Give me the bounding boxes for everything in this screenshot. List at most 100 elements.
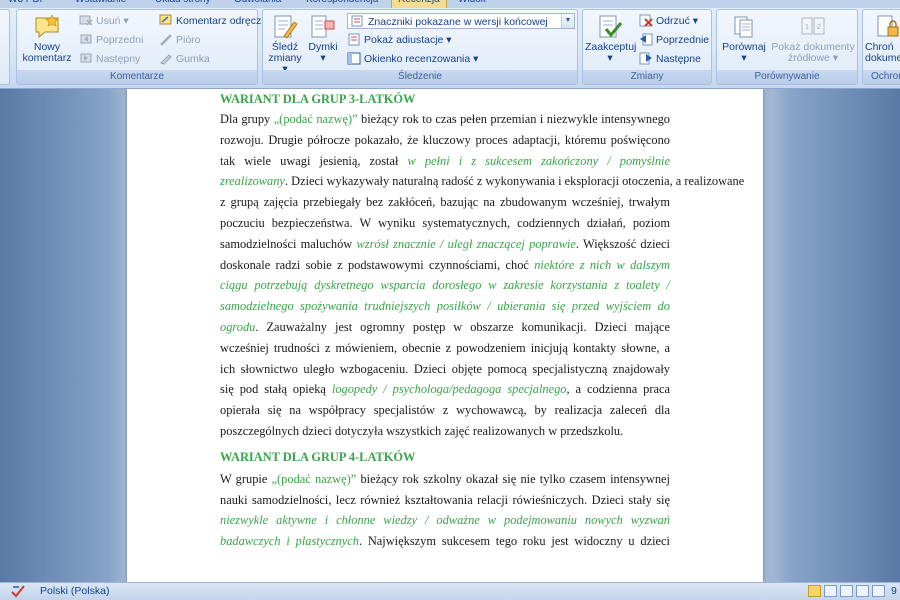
text-line: ich słownictwo uległo wzbogaceniu. Dziec…	[220, 359, 670, 380]
text-run: opierała się na współpracy specjalistów …	[220, 403, 670, 418]
reviewing-pane-button[interactable]: Okienko recenzowania ▾	[347, 51, 478, 68]
new-comment-button[interactable]: Nowy komentarz	[21, 14, 73, 64]
chevron-down-icon[interactable]: ▼	[561, 14, 574, 28]
pen-button[interactable]: Pióro	[159, 32, 201, 49]
text-line: tak wiele uwagi jesienią, został w pełni…	[220, 151, 670, 172]
accept-button[interactable]: Zaakceptuj ▾	[585, 14, 637, 64]
text-run: . Większość dzieci	[575, 236, 671, 251]
compare-label: Porównaj	[722, 41, 766, 53]
language-status[interactable]: Polski (Polska)	[40, 585, 109, 597]
ink-comment-label: Komentarz odręczny	[176, 15, 273, 27]
text-run: . Największym sukcesem tego roku jest wi…	[358, 534, 670, 549]
protect-document-icon	[877, 15, 899, 37]
ribbon-group-protect: Chroń dokume Ochron	[862, 9, 900, 85]
markup-mode-dropdown[interactable]: Znaczniki pokazane w wersji końcowej ▼	[347, 13, 575, 29]
tab-references[interactable]: Odwołania	[234, 0, 281, 8]
ink-comment-icon	[159, 14, 172, 25]
show-source-label-2: źródłowe	[787, 52, 830, 64]
previous-change-button[interactable]: Poprzednie	[639, 32, 709, 49]
show-source-documents-button[interactable]: 1 2 Pokaż dokumenty źródłowe ▾	[769, 14, 857, 64]
text-line: niezwykle aktywne i chłonne wiedzy / odw…	[220, 510, 670, 531]
text-line: z grupą zajęcia przebiegały bez zakłóceń…	[220, 192, 670, 213]
paragraph-4-year-olds: W grupie „(podać nazwę)” bieżący rok szk…	[220, 469, 670, 552]
previous-change-icon	[640, 33, 653, 46]
text-line: zrealizowany. Dzieci wykazywały naturaln…	[220, 171, 744, 192]
tracking-group-label: Śledzenie	[263, 70, 577, 84]
ribbon-group-tracking: Śledź zmiany ▾ Dymki ▾ Znaczniki pokazane…	[262, 9, 578, 85]
previous-change-label: Poprzednie	[656, 34, 710, 46]
placeholder-text: „(podać nazwę)”	[271, 471, 357, 486]
print-layout-view-button[interactable]	[808, 585, 821, 597]
next-comment-button[interactable]: Następny	[79, 51, 140, 68]
text-line: poszczególnych dzieci dotyczyła wszystki…	[220, 421, 670, 442]
text-run: nauki samodzielności, lecz również kszta…	[220, 492, 670, 507]
text-run: poczuciu bezpieczeństwa. W wyniku system…	[220, 215, 670, 230]
text-line: badawczych i plastycznych. Największym s…	[220, 531, 670, 552]
option-text: ogrodu	[220, 319, 256, 334]
tab-view[interactable]: Widok	[458, 0, 486, 8]
draft-view-button[interactable]	[872, 585, 885, 597]
tab-page-layout[interactable]: Układ strony	[155, 0, 211, 8]
compare-icon	[734, 16, 753, 38]
compare-button[interactable]: Porównaj ▾	[719, 14, 769, 64]
track-changes-button[interactable]: Śledź zmiany ▾	[267, 14, 303, 75]
ink-comment-button[interactable]: Komentarz odręczny	[159, 13, 272, 30]
pen-label: Pióro	[176, 34, 201, 46]
ribbon: W3 PDF Wstawianie Układ strony Odwołania…	[0, 0, 900, 89]
heading-4-year-olds: WARIANT DLA GRUP 4-LATKÓW	[220, 449, 416, 464]
option-text: zrealizowany	[220, 174, 285, 189]
previous-comment-icon	[80, 34, 92, 44]
full-screen-reading-view-button[interactable]	[824, 585, 837, 597]
text-run: ich słownictwo uległo wzbogaceniu. Dziec…	[220, 361, 670, 376]
text-line: samodzielności maluchów wzrósł znacznie …	[220, 234, 670, 255]
text-run: Dla grupy	[220, 112, 274, 126]
reject-label: Odrzuć	[656, 15, 690, 27]
text-run: się pod stałą opieką	[220, 382, 332, 397]
compare-group-label: Porównywanie	[717, 70, 857, 84]
delete-comment-button[interactable]: Usuń ▾	[79, 13, 129, 30]
previous-comment-button[interactable]: Poprzedni	[79, 32, 143, 49]
eraser-button[interactable]: Gumka	[159, 51, 210, 68]
protect-document-button[interactable]: Chroń dokume	[865, 14, 900, 64]
next-comment-label: Następny	[96, 53, 141, 65]
show-markup-icon	[348, 33, 360, 46]
tab-review[interactable]: Recenzja	[391, 0, 447, 8]
text-run: z grupą zajęcia przebiegały bez zakłóceń…	[220, 195, 670, 210]
status-bar: Polski (Polska) 9	[0, 582, 900, 600]
tab-mailings[interactable]: Korespondencja	[306, 0, 378, 8]
svg-text:2: 2	[817, 24, 821, 31]
balloons-icon	[311, 15, 335, 38]
document-body[interactable]: WARIANT DLA GRUP 3-LATKÓW Dla grupy „(po…	[220, 89, 744, 552]
svg-text:1: 1	[805, 24, 809, 31]
accept-label: Zaakceptuj	[585, 41, 637, 53]
option-text: wzrósł znacznie / uległ znaczącej popraw…	[356, 236, 576, 251]
ribbon-tab-strip: W3 PDF Wstawianie Układ strony Odwołania…	[0, 0, 900, 8]
eraser-icon	[160, 54, 172, 65]
next-change-icon	[639, 52, 652, 65]
delete-comment-icon	[79, 15, 93, 26]
document-page[interactable]: WARIANT DLA GRUP 3-LATKÓW Dla grupy „(po…	[127, 89, 763, 582]
outline-view-button[interactable]	[856, 585, 869, 597]
accept-icon	[599, 15, 623, 38]
eraser-label: Gumka	[176, 53, 210, 65]
text-line: W grupie „(podać nazwę)” bieżący rok szk…	[220, 469, 670, 490]
text-run: bieżący rok szkolny okazał się nie tylko…	[356, 471, 670, 486]
option-text: logopedy / psychologa/pedagoga specjalne…	[331, 382, 567, 397]
tab-insert[interactable]: Wstawianie	[75, 0, 126, 8]
text-line: Dla grupy „(podać nazwę)” bieżący rok to…	[220, 109, 670, 130]
text-run: , a codzienna praca	[566, 382, 670, 397]
web-layout-view-button[interactable]	[840, 585, 853, 597]
zoom-level[interactable]: 9	[891, 585, 897, 597]
comments-group-label: Komentarze	[17, 70, 257, 84]
reviewing-pane-label: Okienko recenzowania	[364, 53, 471, 65]
show-markup-label: Pokaż adiustacje	[364, 34, 444, 46]
reject-button[interactable]: Odrzuć ▾	[639, 13, 698, 30]
next-change-button[interactable]: Następne	[639, 51, 701, 68]
track-changes-label-2: zmiany	[268, 52, 302, 64]
show-markup-button[interactable]: Pokaż adiustacje ▾	[347, 32, 452, 49]
show-source-documents-icon: 1 2	[801, 17, 825, 35]
balloons-button[interactable]: Dymki ▾	[305, 14, 341, 64]
track-changes-icon	[274, 15, 298, 39]
spelling-check-icon[interactable]	[10, 584, 26, 598]
tab-w3-pdf[interactable]: W3 PDF	[8, 0, 46, 8]
